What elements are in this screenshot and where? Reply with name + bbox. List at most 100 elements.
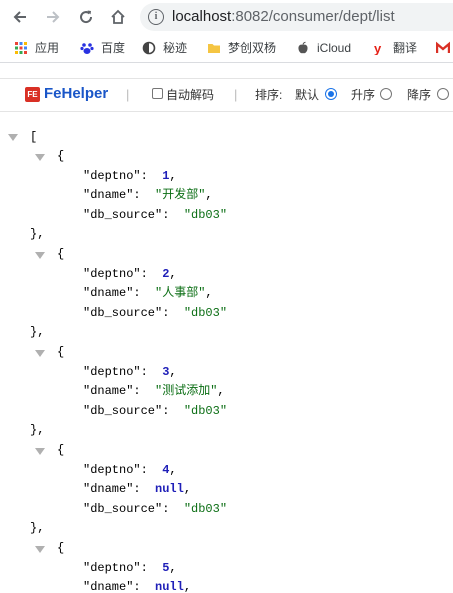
- json-field-dname: "dname": "测试添加",: [83, 382, 225, 400]
- bookmark-baidu[interactable]: 百度: [80, 38, 125, 58]
- sort-option-default-label: 默认: [295, 88, 320, 102]
- json-key: "db_source":: [83, 403, 170, 418]
- json-key: "deptno":: [83, 364, 148, 379]
- json-viewer: [ {"deptno": 1, "dname": "开发部", "db_source…: [0, 110, 453, 593]
- json-field-dname: "dname": null,: [83, 578, 191, 593]
- sort-label: 排序:: [255, 88, 283, 102]
- json-comma: ,: [169, 266, 177, 281]
- json-field-deptno: "deptno": 4,: [83, 461, 177, 479]
- home-icon: [111, 9, 125, 24]
- mijii-icon: [142, 41, 156, 55]
- reload-icon: [80, 10, 93, 24]
- collapse-object-icon[interactable]: [35, 350, 45, 357]
- apple-icon: [298, 41, 308, 54]
- json-field-deptno: "deptno": 2,: [83, 265, 177, 283]
- gmail-m-icon: [436, 41, 450, 53]
- json-comma: ,: [169, 364, 177, 379]
- json-key: "deptno":: [83, 462, 148, 477]
- bookmark-label: 应用: [35, 41, 60, 55]
- bookmark-label: iCloud: [317, 41, 352, 55]
- auto-decode-checkbox[interactable]: [152, 88, 163, 99]
- json-key: "deptno":: [83, 266, 148, 281]
- json-null-value: null: [155, 580, 184, 593]
- json-key: "deptno":: [83, 168, 148, 183]
- json-key: "dname":: [83, 580, 141, 593]
- bookmark-apps[interactable]: 应用: [14, 38, 59, 58]
- json-comma: ,: [183, 580, 192, 593]
- collapse-root-icon[interactable]: [8, 134, 18, 141]
- json-string-value: "db03": [183, 501, 228, 516]
- json-key: "dname":: [83, 482, 141, 497]
- collapse-object-icon[interactable]: [35, 448, 45, 455]
- json-key: "deptno":: [83, 560, 148, 575]
- sort-option-desc-label: 降序: [407, 88, 432, 102]
- json-key: "dname":: [83, 384, 141, 399]
- collapse-object-icon[interactable]: [35, 154, 45, 161]
- bookmarks-bar: 应用 百度 秘迹 梦创双杨 iCloud y 翻译: [0, 34, 453, 63]
- json-field-db-source: "db_source": "db03": [83, 500, 227, 518]
- back-button[interactable]: [9, 6, 31, 28]
- fehelper-title: FeHelper: [44, 85, 109, 102]
- json-string-value: "测试添加": [155, 384, 218, 399]
- bookmark-label: 翻译: [393, 41, 418, 55]
- json-open-brace: {: [57, 149, 65, 163]
- json-field-dname: "dname": "人事部",: [83, 284, 213, 302]
- json-field-db-source: "db_source": "db03": [83, 304, 227, 322]
- bookmark-label: 秘迹: [163, 41, 188, 55]
- auto-decode-label: 自动解码: [166, 88, 215, 102]
- svg-text:y: y: [374, 41, 382, 55]
- bookmark-mijii[interactable]: 秘迹: [142, 38, 187, 58]
- bookmark-label: 百度: [101, 41, 126, 55]
- json-null-value: null: [155, 482, 184, 497]
- bookmark-folder[interactable]: 梦创双杨: [207, 38, 276, 58]
- forward-arrow-icon: [47, 11, 60, 23]
- json-string-value: "开发部": [155, 188, 206, 203]
- json-key: "dname":: [83, 188, 141, 203]
- url-host: localhost: [172, 8, 232, 25]
- json-field-dname: "dname": "开发部",: [83, 186, 213, 204]
- json-key: "dname":: [83, 286, 141, 301]
- json-field-db-source: "db_source": "db03": [83, 206, 227, 224]
- json-string-value: "人事部": [155, 286, 206, 301]
- info-icon[interactable]: i: [148, 9, 164, 25]
- json-comma: ,: [205, 286, 213, 301]
- collapse-object-icon[interactable]: [35, 252, 45, 259]
- json-comma: ,: [169, 462, 177, 477]
- bookmark-label: 梦创双杨: [228, 41, 277, 55]
- json-open-brace: {: [57, 345, 65, 359]
- bookmark-icloud[interactable]: iCloud: [296, 38, 351, 58]
- json-field-deptno: "deptno": 5,: [83, 559, 177, 577]
- json-field-deptno: "deptno": 1,: [83, 167, 177, 185]
- sort-default-radio[interactable]: [325, 88, 337, 100]
- json-key: "db_source":: [83, 501, 170, 516]
- back-arrow-icon: [13, 11, 26, 23]
- json-open-bracket: [: [30, 130, 38, 144]
- json-close-brace: },: [30, 227, 45, 242]
- home-button[interactable]: [107, 6, 129, 28]
- sort-desc-radio[interactable]: [437, 88, 449, 100]
- json-open-brace: {: [57, 247, 65, 261]
- reload-button[interactable]: [75, 6, 97, 28]
- json-open-brace: {: [57, 541, 65, 555]
- json-field-deptno: "deptno": 3,: [83, 363, 177, 381]
- address-bar[interactable]: i localhost:8082/consumer/dept/list: [140, 3, 453, 31]
- url-text: localhost:8082/consumer/dept/list: [172, 7, 395, 27]
- json-string-value: "db03": [183, 207, 228, 222]
- json-open-brace: {: [57, 443, 65, 457]
- sort-option-asc-label: 升序: [351, 88, 376, 102]
- baidu-paw-icon: [80, 43, 94, 54]
- json-close-brace: },: [30, 325, 45, 340]
- json-key: "db_source":: [83, 305, 170, 320]
- json-comma: ,: [205, 188, 213, 203]
- youdao-icon: y: [374, 41, 382, 55]
- forward-button[interactable]: [42, 6, 64, 28]
- json-string-value: "db03": [183, 305, 228, 320]
- folder-icon: [208, 44, 220, 53]
- bookmark-overflow-m[interactable]: [436, 38, 453, 58]
- collapse-object-icon[interactable]: [35, 546, 45, 553]
- json-comma: ,: [183, 482, 192, 497]
- sort-asc-radio[interactable]: [380, 88, 392, 100]
- json-key: "db_source":: [83, 207, 170, 222]
- bookmark-translate[interactable]: y 翻译: [372, 38, 417, 58]
- json-field-dname: "dname": null,: [83, 480, 191, 498]
